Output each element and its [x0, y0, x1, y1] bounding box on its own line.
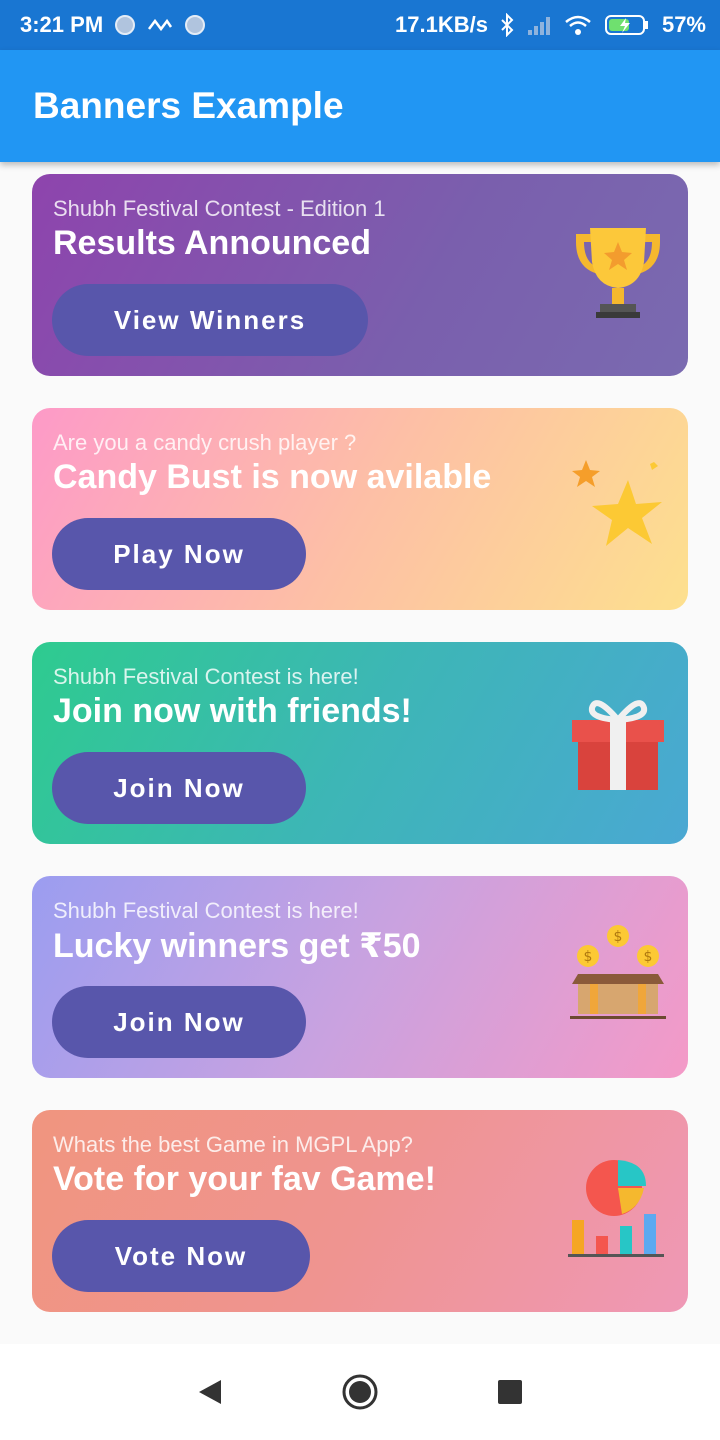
svg-text:$: $: [614, 929, 623, 945]
svg-text:$: $: [584, 949, 593, 965]
banner-title: Candy Bust is now avilable: [53, 458, 492, 496]
banner-subtitle: Shubh Festival Contest is here!: [53, 898, 359, 923]
banner-subtitle: Are you a candy crush player ?: [53, 430, 357, 455]
home-button[interactable]: [340, 1372, 380, 1412]
banner-title: Join now with friends!: [53, 692, 412, 730]
vote-now-button[interactable]: Vote Now: [52, 1220, 310, 1292]
home-icon: [342, 1374, 378, 1410]
banner-lucky-winners[interactable]: Shubh Festival Contest is here! Lucky wi…: [32, 876, 688, 1078]
play-now-button[interactable]: Play Now: [52, 518, 306, 590]
recents-icon: [498, 1380, 522, 1404]
status-bar: 3:21 PM 17.1KB/s 57%: [0, 0, 720, 50]
join-now-button[interactable]: Join Now: [52, 752, 306, 824]
bluetooth-icon: [501, 13, 514, 37]
signal-icon: [527, 17, 550, 35]
back-icon: [199, 1380, 221, 1404]
banner-subtitle: Shubh Festival Contest is here!: [53, 664, 359, 689]
stars-icon: [572, 460, 662, 546]
back-button[interactable]: [190, 1372, 230, 1412]
net-speed: 17.1KB/s: [395, 12, 488, 37]
banner-results[interactable]: Shubh Festival Contest - Edition 1 Resul…: [32, 174, 688, 376]
banner-title: Results Announced: [53, 224, 371, 262]
recents-button[interactable]: [490, 1372, 530, 1412]
clock: 3:21 PM: [20, 12, 104, 37]
status-right: 17.1KB/s 57%: [395, 12, 706, 38]
page-title: Banners Example: [33, 85, 344, 126]
view-winners-button[interactable]: View Winners: [52, 284, 368, 356]
banner-list[interactable]: Shubh Festival Contest - Edition 1 Resul…: [0, 162, 720, 1344]
system-nav-bar: [0, 1344, 720, 1440]
trophy-icon: [576, 228, 660, 318]
banner-join-friends[interactable]: Shubh Festival Contest is here! Join now…: [32, 642, 688, 844]
battery-icon: [604, 15, 648, 35]
banner-title: Lucky winners get ₹50: [53, 927, 421, 965]
notification-dot-icon: [185, 15, 206, 35]
svg-text:$: $: [644, 949, 653, 965]
treasure-chest-icon: $ $ $: [570, 925, 666, 1019]
app-bar: Banners Example: [0, 50, 720, 162]
banner-candy[interactable]: Are you a candy crush player ? Candy Bus…: [32, 408, 688, 610]
battery-level: 57%: [661, 12, 706, 37]
banner-vote[interactable]: Whats the best Game in MGPL App? Vote fo…: [32, 1110, 688, 1312]
banner-subtitle: Shubh Festival Contest - Edition 1: [53, 196, 386, 221]
network-icon: [148, 18, 173, 32]
wifi-icon: [565, 15, 591, 35]
banner-title: Vote for your fav Game!: [53, 1160, 436, 1198]
join-now-button[interactable]: Join Now: [52, 986, 306, 1058]
gift-icon: [572, 700, 664, 790]
banner-subtitle: Whats the best Game in MGPL App?: [53, 1132, 413, 1157]
status-left: 3:21 PM: [20, 12, 206, 38]
chart-icon: [568, 1160, 664, 1257]
notification-dot-icon: [115, 15, 136, 35]
